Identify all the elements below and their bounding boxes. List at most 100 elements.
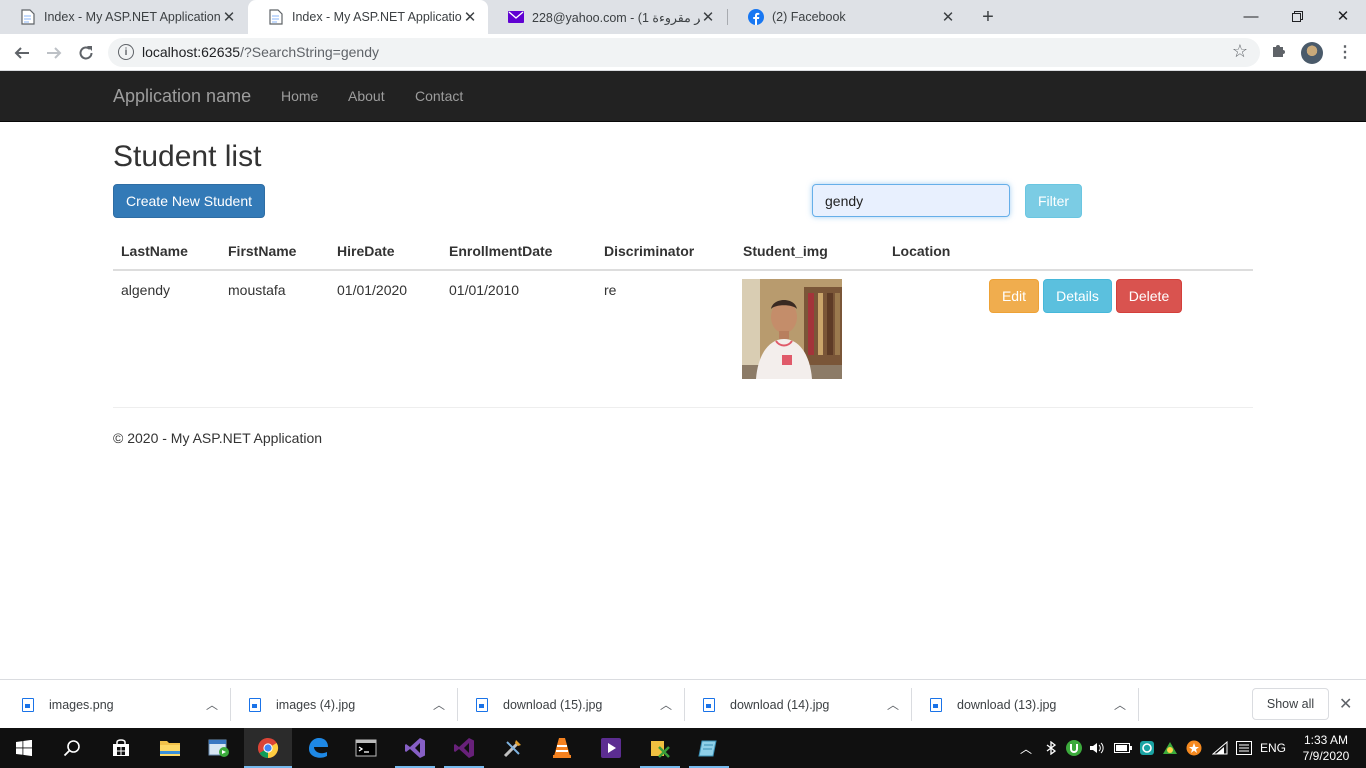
download-filename: download (14).jpg	[730, 697, 830, 712]
address-bar[interactable]: i localhost:62635/?SearchString=gendy ☆	[108, 38, 1260, 67]
window-close-icon[interactable]: ✕	[1320, 0, 1366, 32]
tab-title: Index - My ASP.NET Application	[292, 10, 462, 24]
show-all-button[interactable]: Show all	[1252, 688, 1329, 720]
chevron-up-icon[interactable]: ︿	[1105, 696, 1135, 713]
search-icon[interactable]	[48, 728, 96, 768]
filter-button[interactable]: Filter	[1025, 184, 1082, 218]
nav-link-about[interactable]: About	[348, 88, 385, 104]
tab-close-icon[interactable]: ✕	[462, 9, 478, 26]
tab-close-icon[interactable]: ✕	[940, 9, 956, 26]
visual-studio-2-icon[interactable]	[440, 728, 488, 768]
search-input[interactable]: gendy	[812, 184, 1010, 217]
keyboard-icon[interactable]	[1234, 728, 1254, 768]
downloads-shelf: images.png ︿ images (4).jpg ︿ download (…	[0, 679, 1366, 728]
taskbar-clock[interactable]: 1:33 AM 7/9/2020	[1298, 732, 1354, 764]
browser-tab[interactable]: Index - My ASP.NET Application ✕	[0, 0, 247, 34]
download-item[interactable]: download (14).jpg ︿	[681, 680, 908, 729]
download-filename: download (15).jpg	[503, 697, 603, 712]
browser-menu-icon[interactable]: ⋮	[1337, 42, 1353, 62]
download-item[interactable]: images (4).jpg ︿	[227, 680, 454, 729]
image-file-icon	[930, 697, 942, 712]
browser-tab[interactable]: 228@yahoo.com - (1 غير مقروءة) ✕	[488, 0, 726, 34]
battery-icon[interactable]	[1113, 728, 1133, 768]
download-separator	[1138, 688, 1139, 721]
cell-enrollmentdate: 01/01/2010	[449, 282, 520, 298]
back-arrow-icon[interactable]	[9, 40, 35, 66]
download-filename: images (4).jpg	[276, 697, 356, 712]
download-item[interactable]: download (15).jpg ︿	[454, 680, 681, 729]
footer-copyright: © 2020 - My ASP.NET Application	[113, 430, 323, 446]
edit-button[interactable]: Edit	[989, 279, 1039, 313]
download-item[interactable]: images.png ︿	[0, 680, 227, 729]
bluetooth-icon[interactable]	[1042, 728, 1060, 768]
utorrent-icon[interactable]	[1064, 728, 1084, 768]
chevron-up-icon[interactable]: ︿	[878, 696, 908, 713]
student-photo	[742, 279, 842, 379]
image-file-icon	[476, 697, 488, 712]
visual-studio-icon[interactable]	[391, 728, 439, 768]
terminal-icon[interactable]	[342, 728, 390, 768]
clock-time: 1:33 AM	[1303, 733, 1349, 747]
tab-close-icon[interactable]: ✕	[700, 9, 716, 26]
avast-icon[interactable]	[1184, 728, 1204, 768]
task-scheduler-icon[interactable]	[195, 728, 243, 768]
column-header-student-img: Student_img	[743, 243, 828, 259]
minimize-icon[interactable]: —	[1228, 0, 1274, 32]
details-button[interactable]: Details	[1043, 279, 1112, 313]
language-indicator[interactable]: ENG	[1258, 728, 1288, 768]
profile-avatar[interactable]	[1301, 42, 1323, 64]
page-icon	[268, 9, 284, 25]
file-explorer-icon[interactable]	[146, 728, 194, 768]
column-header-enrollmentdate: EnrollmentDate	[449, 243, 553, 259]
volume-icon[interactable]	[1088, 728, 1106, 768]
windows-taskbar: ︿ ENG 1:33 AM 7/9/2020	[0, 728, 1366, 768]
tray-expand-icon[interactable]: ︿	[1016, 728, 1036, 768]
windows-start-icon[interactable]	[0, 728, 48, 768]
chevron-up-icon[interactable]: ︿	[424, 696, 454, 713]
cloud-sync-icon[interactable]	[1137, 728, 1157, 768]
facebook-icon	[748, 9, 764, 25]
media-player-icon[interactable]	[587, 728, 635, 768]
page-title: Student list	[113, 140, 262, 173]
image-file-icon	[703, 697, 715, 712]
restore-icon[interactable]	[1274, 0, 1320, 32]
tab-close-icon[interactable]: ✕	[221, 9, 237, 26]
page-icon	[20, 9, 36, 25]
reload-icon[interactable]	[73, 40, 99, 66]
nav-link-home[interactable]: Home	[281, 88, 318, 104]
chevron-up-icon[interactable]: ︿	[197, 696, 227, 713]
network-share-icon[interactable]	[1160, 728, 1180, 768]
browser-tab-active[interactable]: Index - My ASP.NET Application ✕	[248, 0, 488, 34]
download-filename: download (13).jpg	[957, 697, 1057, 712]
browser-tab-strip: Index - My ASP.NET Application ✕ Index -…	[0, 0, 1366, 34]
nav-link-contact[interactable]: Contact	[415, 88, 463, 104]
database-tool-icon[interactable]	[636, 728, 684, 768]
edge-icon[interactable]	[294, 728, 342, 768]
bookmark-star-icon[interactable]: ☆	[1232, 41, 1248, 62]
column-header-lastname: LastName	[121, 243, 188, 259]
cell-lastname: algendy	[121, 282, 171, 298]
navbar-brand[interactable]: Application name	[113, 86, 251, 107]
column-header-hiredate: HireDate	[337, 243, 395, 259]
table-header-divider	[113, 269, 1253, 271]
chevron-up-icon[interactable]: ︿	[651, 696, 681, 713]
cell-firstname: moustafa	[228, 282, 286, 298]
notes-icon[interactable]	[685, 728, 733, 768]
tab-title: (2) Facebook	[772, 10, 846, 24]
vlc-icon[interactable]	[538, 728, 586, 768]
create-new-student-button[interactable]: Create New Student	[113, 184, 265, 218]
store-icon[interactable]	[97, 728, 145, 768]
close-shelf-icon[interactable]: ✕	[1339, 694, 1352, 714]
site-info-icon[interactable]: i	[118, 44, 134, 60]
url-host: localhost:62635	[142, 44, 241, 60]
download-filename: images.png	[49, 697, 114, 712]
download-item[interactable]: download (13).jpg ︿	[908, 680, 1135, 729]
wifi-icon[interactable]	[1209, 728, 1231, 768]
browser-tab[interactable]: (2) Facebook ✕	[728, 0, 966, 34]
extensions-puzzle-icon[interactable]	[1271, 42, 1287, 63]
tools-icon[interactable]	[489, 728, 537, 768]
delete-button[interactable]: Delete	[1116, 279, 1182, 313]
new-tab-plus-icon[interactable]: +	[976, 5, 1000, 29]
chrome-icon[interactable]	[244, 728, 292, 768]
forward-arrow-icon[interactable]	[41, 40, 67, 66]
